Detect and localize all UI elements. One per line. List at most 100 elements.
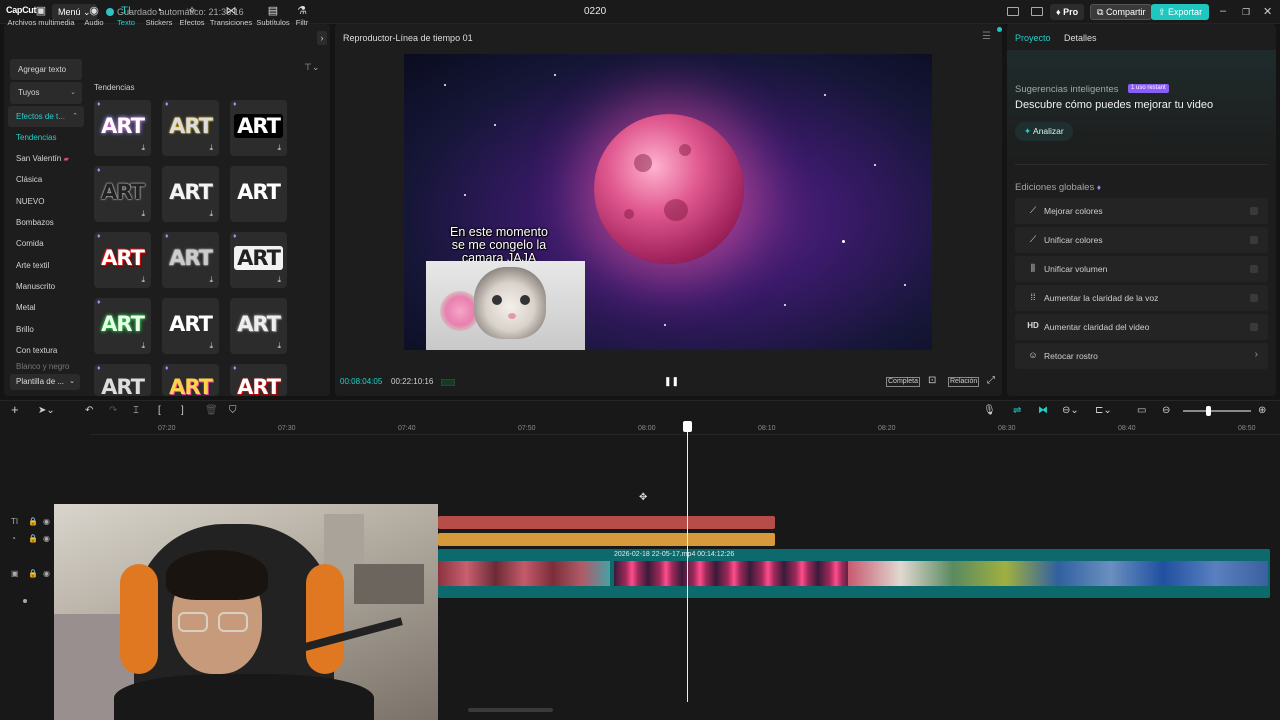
text-template-card[interactable]: ♦ ART xyxy=(162,364,219,396)
close-icon[interactable]: ✕ xyxy=(1263,5,1272,18)
player-menu-icon[interactable]: ☰ xyxy=(982,31,991,42)
crop-icon[interactable]: ⊡ xyxy=(928,375,936,386)
tuyos-dropdown[interactable]: Tuyos ⌄ xyxy=(10,82,82,104)
text-template-card[interactable]: ♦ ART xyxy=(94,364,151,396)
sidebar-item-san-valentin[interactable]: San Valentín ▰ xyxy=(8,148,84,169)
global-edit-claridad-voz[interactable]: ⁞⁞ Aumentar la claridad de la voz xyxy=(1015,285,1268,311)
tab-effects[interactable]: ✧ Efectos xyxy=(170,4,214,27)
add-track-icon[interactable]: + xyxy=(11,402,19,417)
toggle-checkbox[interactable] xyxy=(1250,265,1258,273)
text-template-card[interactable]: ♦ ART ⤓ xyxy=(230,100,287,156)
sidebar-item-bombazos[interactable]: Bombazos xyxy=(8,212,84,233)
video-clip[interactable] xyxy=(438,549,1270,598)
eye-icon[interactable]: ◉ xyxy=(43,569,50,578)
split-right-icon[interactable]: ] xyxy=(181,405,184,416)
text-template-card[interactable]: ♦ ART ⤓ xyxy=(162,100,219,156)
main-track-magnet-icon[interactable]: ⇌ xyxy=(1013,405,1021,416)
zoom-slider-handle[interactable] xyxy=(1206,406,1211,416)
text-template-card[interactable]: ♦ ART xyxy=(230,364,287,396)
undo-icon[interactable]: ↶ xyxy=(85,405,93,416)
global-edit-unificar-volumen[interactable]: ⫼ Unificar volumen xyxy=(1015,256,1268,282)
eye-icon[interactable]: ◉ xyxy=(43,517,50,526)
filter-icon[interactable]: ⊤⌄ xyxy=(304,62,319,73)
shortcuts-icon[interactable] xyxy=(1031,7,1043,16)
sidebar-item-tendencias[interactable]: Tendencias xyxy=(8,127,84,148)
auto-snap-icon[interactable]: ⧓ xyxy=(1038,405,1048,416)
template-dropdown[interactable]: Plantilla de ... ⌄ xyxy=(10,374,80,390)
zoom-out-icon[interactable]: ⊖ xyxy=(1162,405,1170,416)
text-template-card[interactable]: ♦ ART ⤓ xyxy=(94,100,151,156)
layout-icon[interactable] xyxy=(1007,7,1019,16)
full-quality-button[interactable]: Completa xyxy=(886,377,920,387)
export-button[interactable]: ⇪ Exportar xyxy=(1151,4,1210,20)
add-text-button[interactable]: Agregar texto xyxy=(10,59,82,81)
microphone-icon[interactable]: 🎙 xyxy=(983,405,996,416)
aspect-ratio-button[interactable]: Relación xyxy=(948,377,980,387)
tabs-scroll-right-icon[interactable]: › xyxy=(317,31,327,45)
video-preview[interactable]: En este momento se me congelo la camara … xyxy=(404,54,932,350)
text-effects-dropdown[interactable]: Efectos de t... ⌃ xyxy=(8,105,84,127)
text-template-card[interactable]: ♦ ART ⤓ xyxy=(94,232,151,288)
text-template-card[interactable]: ART ⤓ xyxy=(230,298,287,354)
effect-clip[interactable] xyxy=(438,533,775,546)
text-template-card[interactable]: ♦ ART ⤓ xyxy=(230,232,287,288)
sidebar-item-blanco-y-negro[interactable]: Blanco y negro xyxy=(8,361,84,373)
sidebar-item-manuscrito[interactable]: Manuscrito xyxy=(8,276,84,297)
pause-icon[interactable]: ❚❚ xyxy=(664,376,679,387)
tab-detalles[interactable]: Detalles xyxy=(1064,33,1097,43)
zoom-in-icon[interactable]: ⊕ xyxy=(1258,405,1266,416)
tab-media[interactable]: ▣ Archivos multimedia xyxy=(5,4,77,27)
text-template-card[interactable]: ♦ ART ⤓ xyxy=(94,166,151,222)
tab-subtitles[interactable]: ▤ Subtítulos xyxy=(251,4,295,27)
zoom-slider[interactable] xyxy=(1183,410,1251,412)
text-template-card[interactable]: ♦ ART ⤓ xyxy=(162,232,219,288)
minimize-icon[interactable]: – xyxy=(1220,5,1226,17)
split-icon[interactable]: ⌶ xyxy=(133,405,139,416)
playhead-handle[interactable] xyxy=(683,421,692,432)
global-edit-unificar-colores[interactable]: ⟋ Unificar colores xyxy=(1015,227,1268,253)
sidebar-item-brillo[interactable]: Brillo xyxy=(8,319,84,340)
sidebar-item-con-textura[interactable]: Con textura xyxy=(8,340,84,361)
toggle-checkbox[interactable] xyxy=(1250,294,1258,302)
tab-proyecto[interactable]: Proyecto xyxy=(1015,33,1051,43)
text-template-card[interactable]: ART ⤓ xyxy=(162,166,219,222)
sidebar-item-clasica[interactable]: Clásica xyxy=(8,169,84,190)
global-edit-mejorar-colores[interactable]: ⟋ Mejorar colores xyxy=(1015,198,1268,224)
playhead[interactable] xyxy=(687,422,688,702)
heart-flag-icon: ▰ xyxy=(63,156,69,164)
link-icon[interactable]: ⊖⌄ xyxy=(1062,405,1079,416)
global-edit-claridad-video[interactable]: HD Aumentar claridad del video xyxy=(1015,314,1268,340)
lock-icon[interactable]: 🔒 xyxy=(28,517,38,526)
lock-icon[interactable]: 🔒 xyxy=(28,534,38,543)
effects-icon: ✧ xyxy=(187,5,197,17)
sidebar-item-arte-textil[interactable]: Arte textil xyxy=(8,255,84,276)
restore-icon[interactable]: ❐ xyxy=(1242,7,1250,18)
text-template-card[interactable]: ART ⤓ xyxy=(162,298,219,354)
sidebar-item-nuevo[interactable]: NUEVO xyxy=(8,191,84,212)
toggle-checkbox[interactable] xyxy=(1250,207,1258,215)
share-button[interactable]: ⧉ Compartir xyxy=(1090,4,1153,20)
toggle-checkbox[interactable] xyxy=(1250,323,1258,331)
pro-button[interactable]: ♦ Pro xyxy=(1050,4,1085,20)
fullscreen-icon[interactable]: ⤢ xyxy=(987,375,995,386)
shield-icon[interactable]: ⛉ xyxy=(229,405,237,416)
subtitle-icon[interactable]: ▭ xyxy=(1137,405,1146,416)
toggle-checkbox[interactable] xyxy=(1250,236,1258,244)
analyze-button[interactable]: ✦ Analizar xyxy=(1015,122,1073,141)
text-clip[interactable] xyxy=(438,516,775,529)
lock-icon[interactable]: 🔒 xyxy=(28,569,38,578)
timeline-scrollbar[interactable] xyxy=(468,708,553,712)
text-template-card[interactable]: ART xyxy=(230,166,287,222)
sidebar-item-metal[interactable]: Metal xyxy=(8,297,84,318)
delete-icon[interactable]: 🗑 xyxy=(205,405,218,416)
tab-filters[interactable]: ⚗ Filtr xyxy=(290,4,314,27)
tab-transitions[interactable]: ⋈ Transiciones xyxy=(209,4,253,27)
select-tool-icon[interactable]: ➤⌄ xyxy=(38,405,55,416)
text-template-card[interactable]: ♦ ART ⤓ xyxy=(94,298,151,354)
preview-axis-icon[interactable]: ⊏⌄ xyxy=(1095,405,1112,416)
sidebar-item-comida[interactable]: Comida xyxy=(8,233,84,254)
split-left-icon[interactable]: [ xyxy=(158,405,161,416)
global-edit-retocar-rostro[interactable]: ☺ Retocar rostro › xyxy=(1015,343,1268,369)
redo-icon[interactable]: ↷ xyxy=(109,405,117,416)
eye-icon[interactable]: ◉ xyxy=(43,534,50,543)
